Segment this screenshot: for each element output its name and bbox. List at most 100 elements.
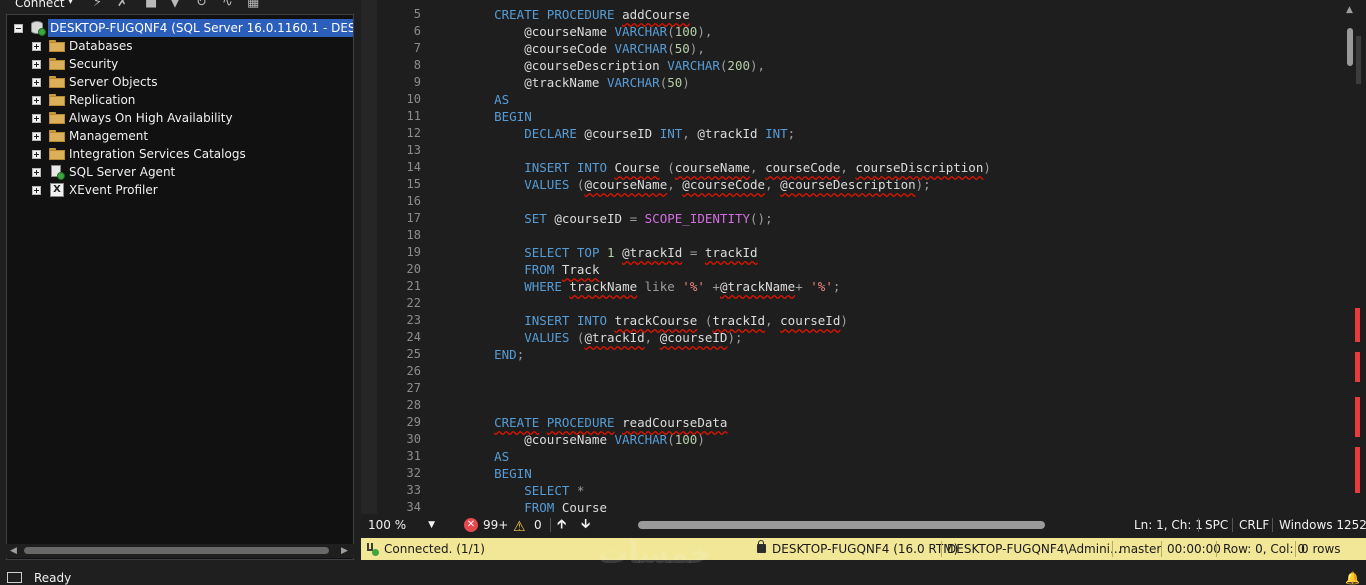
code-line[interactable]: @courseDescription VARCHAR(200), (464, 57, 765, 74)
editor-hscrollbar-thumb[interactable] (638, 521, 1045, 529)
expand-icon[interactable] (32, 132, 41, 141)
connect-plug-icon[interactable]: ⚡ (93, 0, 102, 10)
object-explorer-hscrollbar[interactable]: ◀ ▶ (6, 544, 354, 558)
code-line[interactable]: BEGIN (464, 465, 532, 482)
warning-icon[interactable]: ⚠ (513, 516, 526, 538)
disconnect-icon[interactable]: ✗ (117, 0, 128, 10)
tree-node-label: Integration Services Catalogs (69, 147, 246, 161)
overview-ruler (1356, 36, 1361, 84)
line-number: 24 (406, 330, 421, 344)
code-line[interactable]: FROM Track (464, 261, 599, 278)
warning-count[interactable]: 0 (534, 514, 542, 536)
output-panel-icon[interactable] (7, 572, 22, 583)
arrow-up-icon[interactable]: 🡱 (557, 514, 566, 536)
zoom-select[interactable]: 100 % ▼ (366, 517, 437, 533)
divider (941, 541, 942, 557)
tree-node-server[interactable]: DESKTOP-FUGQNF4 (SQL Server 16.0.1160.1 … (7, 19, 353, 37)
scrollbar-thumb[interactable] (1347, 28, 1353, 66)
error-icon[interactable]: ✕ (464, 518, 478, 532)
whitespace-mode[interactable]: SPC (1205, 514, 1228, 536)
tree-node-label: Management (69, 129, 149, 143)
code-line[interactable]: AS (464, 91, 509, 108)
code-line[interactable]: SELECT * (464, 482, 584, 499)
object-explorer-tree: DESKTOP-FUGQNF4 (SQL Server 16.0.1160.1 … (6, 14, 354, 560)
expand-icon[interactable] (32, 42, 41, 51)
code-line[interactable]: @courseCode VARCHAR(50), (464, 40, 705, 57)
tree-node-label: Always On High Availability (69, 111, 233, 125)
query-editor[interactable]: 5 6 7 8 9 10 11 12 13 14 15 16 17 18 19 … (361, 0, 1366, 514)
folder-icon (49, 112, 65, 124)
folder-icon (49, 40, 65, 52)
line-ending[interactable]: CRLF (1239, 514, 1269, 536)
status-text: Ready (34, 571, 72, 585)
expand-icon[interactable] (32, 186, 41, 195)
expand-icon[interactable] (32, 168, 41, 177)
line-number: 12 (406, 126, 421, 140)
encoding[interactable]: Windows 1252 (1279, 514, 1366, 536)
folder-icon (49, 76, 65, 88)
connect-dropdown-icon[interactable]: ▾ (68, 0, 73, 7)
connection-state: Connected. (1/1) (384, 542, 485, 556)
line-number: 10 (406, 92, 421, 106)
code-line[interactable]: @courseName VARCHAR(100) (464, 431, 705, 448)
server-running-icon (30, 20, 46, 36)
code-line[interactable]: INSERT INTO Course (courseName, courseCo… (464, 159, 991, 176)
line-number: 31 (406, 449, 421, 463)
code-line[interactable]: INSERT INTO trackCourse (trackId, course… (464, 312, 848, 329)
scroll-right-icon[interactable]: ▶ (341, 544, 348, 558)
line-number: 5 (413, 7, 421, 21)
database-name: master (1119, 542, 1162, 556)
code-line[interactable]: CREATE PROCEDURE addCourse (464, 6, 690, 23)
code-line[interactable]: BEGIN (464, 108, 532, 125)
code-line[interactable]: DECLARE @courseID INT, @trackId INT; (464, 125, 795, 142)
code-line[interactable]: AS (464, 448, 509, 465)
expand-icon[interactable] (32, 60, 41, 69)
line-number: 34 (406, 500, 421, 514)
editor-vscrollbar[interactable]: ▲ (1343, 0, 1366, 514)
refresh-icon[interactable]: ↻ (196, 0, 207, 10)
code-line[interactable]: VALUES (@courseName, @courseCode, @cours… (464, 176, 930, 193)
error-marker[interactable] (1355, 308, 1360, 342)
activity-monitor-icon[interactable]: ∿ (222, 0, 233, 10)
error-marker[interactable] (1355, 397, 1360, 437)
code-line[interactable]: SET @courseID = SCOPE_IDENTITY(); (464, 210, 772, 227)
stop-icon[interactable]: ■ (145, 0, 157, 10)
expand-icon[interactable] (32, 78, 41, 87)
cursor-position[interactable]: Ln: 1, Ch: 1 (1134, 514, 1203, 536)
filter-icon[interactable]: ▼ (170, 0, 180, 10)
connect-button[interactable]: Connect (15, 0, 65, 10)
error-count[interactable]: 99+ (483, 514, 508, 536)
scroll-up-icon[interactable]: ▲ (1346, 5, 1353, 15)
code-line[interactable]: END; (464, 346, 524, 363)
chevron-down-icon: ▼ (428, 520, 435, 530)
error-marker[interactable] (1355, 352, 1360, 382)
line-number: 21 (406, 279, 421, 293)
expand-icon[interactable] (32, 114, 41, 123)
code-line[interactable]: SELECT TOP 1 @trackId = trackId (464, 244, 757, 261)
scrollbar-thumb[interactable] (24, 547, 329, 554)
error-marker[interactable] (1355, 447, 1360, 493)
tree-node-label: Security (69, 57, 119, 71)
code-line[interactable]: VALUES (@trackId, @courseID); (464, 329, 742, 346)
divider (1232, 518, 1233, 532)
arrow-down-icon[interactable]: 🡳 (581, 514, 590, 536)
code-line[interactable]: WHERE trackName like '%' +@trackName+ '%… (464, 278, 840, 295)
code-line[interactable]: @courseName VARCHAR(100), (464, 23, 712, 40)
expand-icon[interactable] (32, 150, 41, 159)
line-number: 30 (406, 432, 421, 446)
summary-icon[interactable]: ▦ (247, 0, 259, 10)
scroll-left-icon[interactable]: ◀ (10, 544, 17, 558)
code-line[interactable]: FROM Course (464, 499, 607, 514)
divider (1198, 518, 1199, 532)
server-node-label[interactable]: DESKTOP-FUGQNF4 (SQL Server 16.0.1160.1 … (48, 19, 353, 37)
folder-icon (49, 94, 65, 106)
xevent-icon: X (50, 183, 64, 197)
tree-node-label: Server Objects (69, 75, 158, 89)
code-line[interactable]: @trackName VARCHAR(50) (464, 74, 690, 91)
tree-node-label: XEvent Profiler (69, 183, 158, 197)
line-number: 29 (406, 415, 421, 429)
notification-bell-icon[interactable]: 🔔 (1345, 563, 1360, 585)
code-line[interactable]: CREATE PROCEDURE readCourseData (464, 414, 727, 431)
collapse-icon[interactable] (14, 24, 23, 33)
expand-icon[interactable] (32, 96, 41, 105)
